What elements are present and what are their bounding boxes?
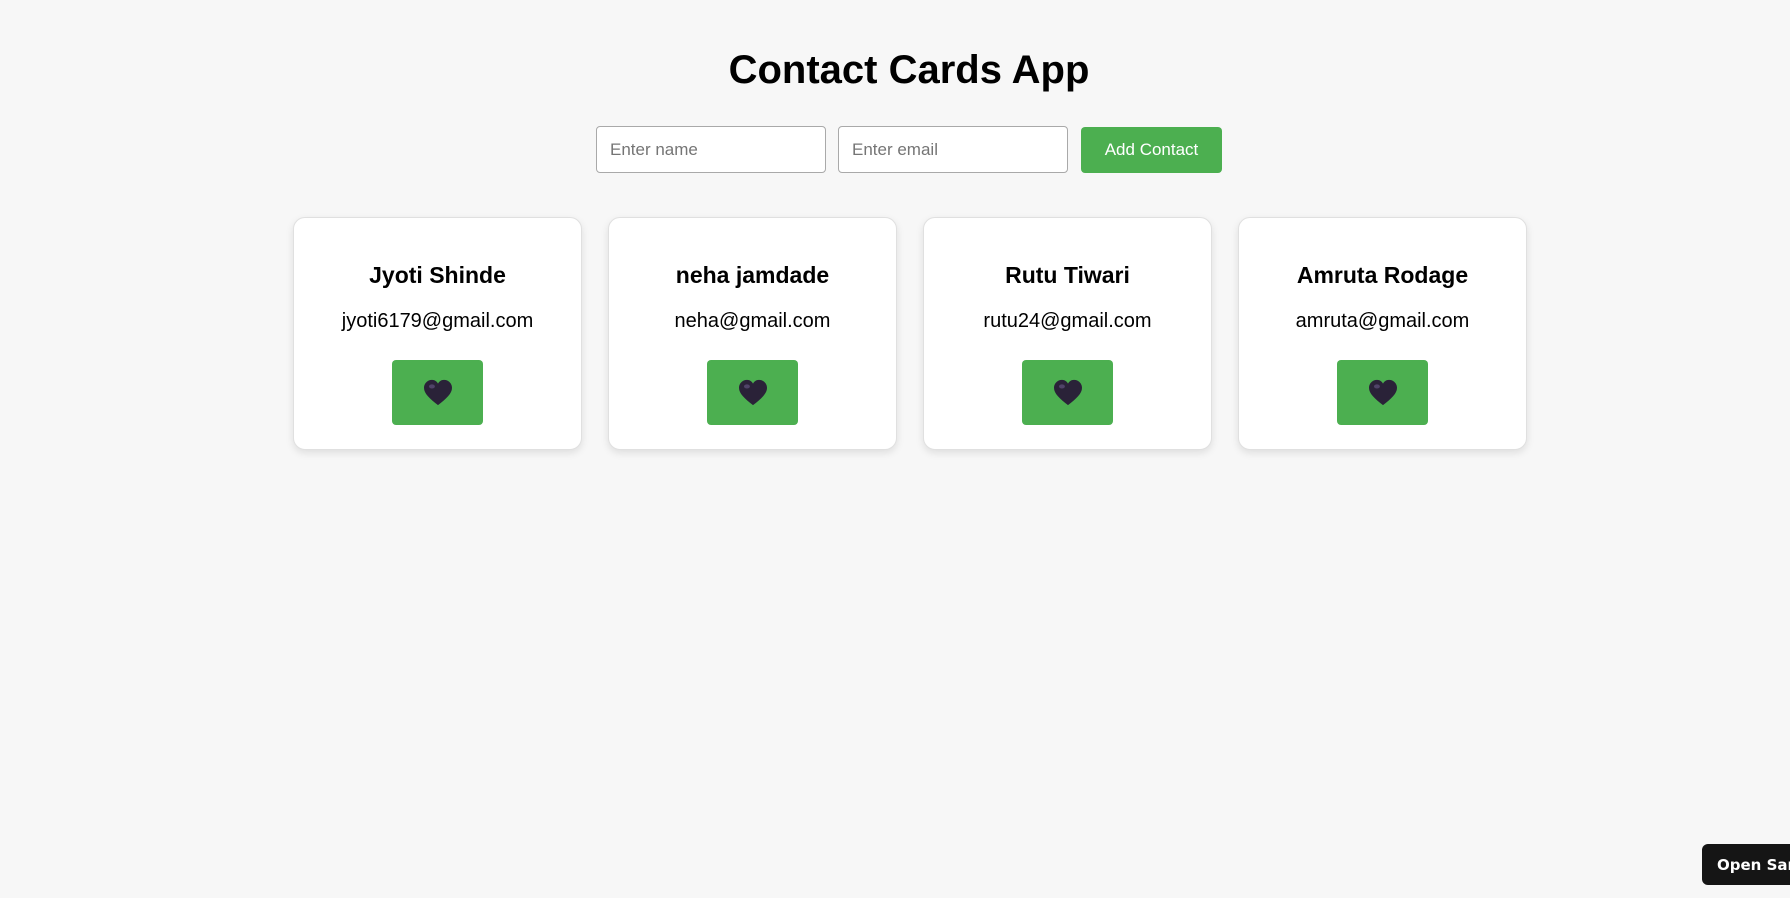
contact-name: Jyoti Shinde	[369, 262, 506, 288]
add-contact-button[interactable]: Add Contact	[1081, 126, 1222, 173]
like-button[interactable]	[392, 360, 483, 425]
page: Contact Cards App Add Contact Jyoti Shin…	[0, 0, 1790, 898]
black-heart-icon	[1053, 379, 1082, 405]
like-button[interactable]	[1337, 360, 1428, 425]
contact-card-list: Jyoti Shinde jyoti6179@gmail.com neha ja…	[293, 217, 1527, 450]
contact-card: Jyoti Shinde jyoti6179@gmail.com	[293, 217, 582, 450]
contact-card: neha jamdade neha@gmail.com	[608, 217, 897, 450]
name-input[interactable]	[596, 126, 826, 173]
contact-email: neha@gmail.com	[674, 310, 831, 332]
contact-card: Rutu Tiwari rutu24@gmail.com	[923, 217, 1212, 450]
open-sandbox-button[interactable]: Open Sandbox	[1702, 844, 1790, 885]
contact-email: rutu24@gmail.com	[983, 310, 1152, 332]
black-heart-icon	[1368, 379, 1397, 405]
page-title: Contact Cards App	[728, 48, 1090, 92]
black-heart-icon	[423, 379, 452, 405]
like-button[interactable]	[1022, 360, 1113, 425]
contact-name: Amruta Rodage	[1296, 262, 1469, 288]
contact-name: neha jamdade	[675, 262, 830, 288]
add-contact-form: Add Contact	[596, 126, 1222, 173]
black-heart-icon	[738, 379, 767, 405]
email-input[interactable]	[838, 126, 1068, 173]
like-button[interactable]	[707, 360, 798, 425]
contact-email: amruta@gmail.com	[1295, 310, 1470, 332]
contact-card: Amruta Rodage amruta@gmail.com	[1238, 217, 1527, 450]
contact-name: Rutu Tiwari	[1005, 262, 1130, 288]
contact-email: jyoti6179@gmail.com	[341, 310, 534, 332]
